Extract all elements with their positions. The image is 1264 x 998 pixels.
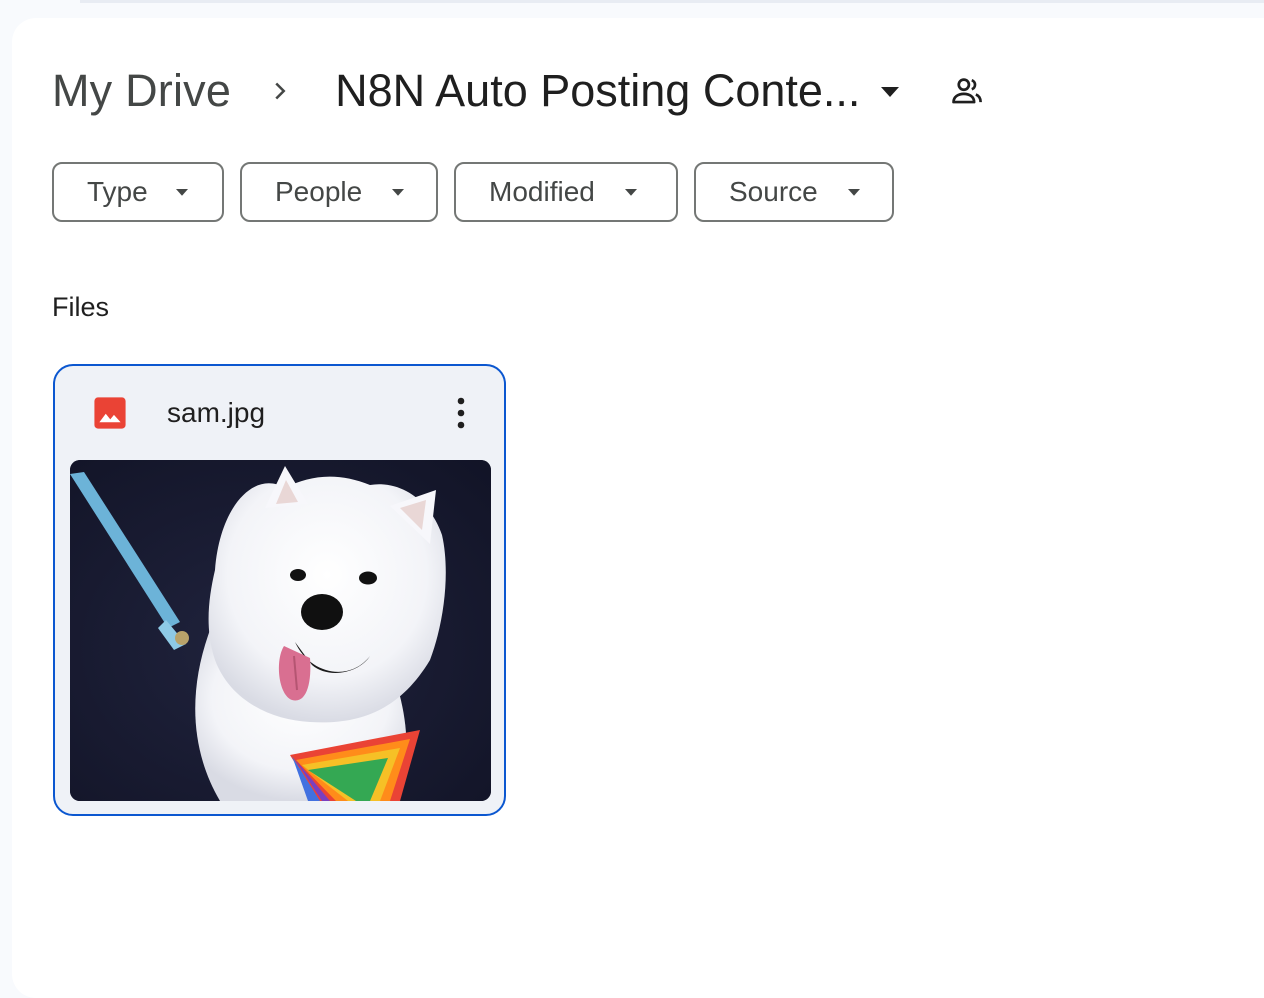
filter-people-label: People bbox=[275, 176, 363, 207]
filter-source-button[interactable]: Source bbox=[694, 162, 894, 222]
caret-down-icon bbox=[621, 182, 641, 202]
filter-modified-button[interactable]: Modified bbox=[454, 162, 678, 222]
file-card[interactable]: sam.jpg bbox=[53, 364, 506, 816]
caret-down-icon bbox=[844, 182, 864, 202]
file-card-header: sam.jpg bbox=[55, 366, 504, 460]
caret-down-icon bbox=[878, 79, 902, 103]
dog-photo-thumbnail bbox=[70, 460, 491, 801]
image-file-icon bbox=[93, 396, 127, 430]
filter-modified-label: Modified bbox=[489, 176, 595, 207]
more-vert-icon[interactable] bbox=[441, 388, 481, 438]
chevron-right-icon bbox=[265, 76, 295, 106]
breadcrumb-my-drive[interactable]: My Drive bbox=[52, 62, 231, 120]
people-icon[interactable] bbox=[948, 72, 986, 110]
top-divider bbox=[80, 0, 1264, 3]
current-folder-label: N8N Auto Posting Conte... bbox=[335, 65, 861, 116]
breadcrumb: My Drive N8N Auto Posting Conte... bbox=[52, 62, 986, 120]
breadcrumb-current-folder[interactable]: N8N Auto Posting Conte... bbox=[335, 62, 902, 120]
files-section-title: Files bbox=[52, 292, 110, 322]
filter-type-label: Type bbox=[87, 176, 148, 207]
caret-down-icon bbox=[388, 182, 408, 202]
filter-chips: Type People Modified Source bbox=[52, 162, 894, 222]
caret-down-icon bbox=[172, 182, 192, 202]
file-thumbnail[interactable] bbox=[70, 460, 491, 801]
file-name[interactable]: sam.jpg bbox=[167, 394, 265, 432]
filter-type-button[interactable]: Type bbox=[52, 162, 224, 222]
filter-people-button[interactable]: People bbox=[240, 162, 438, 222]
filter-source-label: Source bbox=[729, 176, 818, 207]
